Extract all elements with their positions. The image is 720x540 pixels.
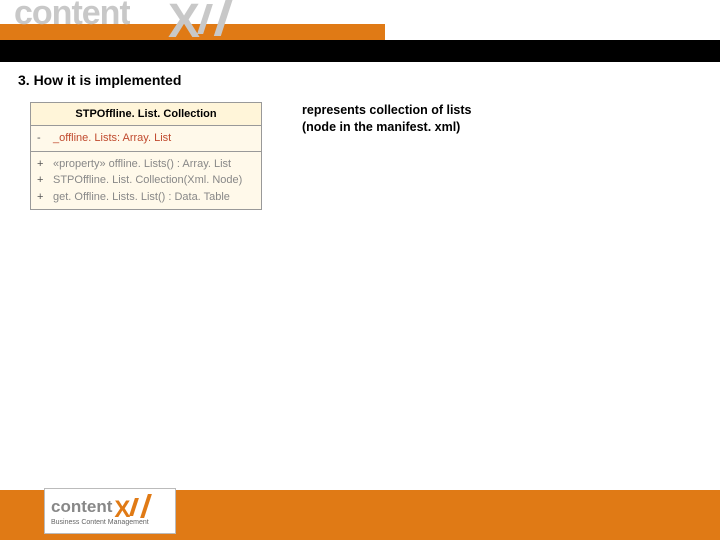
uml-operation-row: + STPOffline. List. Collection(Xml. Node… <box>37 172 255 189</box>
uml-attribute-row: - _offline. Lists: Array. List <box>37 130 255 147</box>
uml-operations-section: + «property» offline. Lists() : Array. L… <box>31 152 261 210</box>
footer-band: content Business Content Management <box>0 490 720 540</box>
uml-operation-row: + get. Offline. Lists. List() : Data. Ta… <box>37 189 255 206</box>
uml-visibility: + <box>37 172 47 189</box>
header-logo-xl-icon: X <box>168 0 248 40</box>
footer-logo-xl-icon <box>114 496 154 518</box>
uml-operation-row: + «property» offline. Lists() : Array. L… <box>37 156 255 173</box>
header-logo: content <box>14 0 130 40</box>
header-band: content X <box>0 0 720 62</box>
footer-logo: content Business Content Management <box>44 488 176 534</box>
uml-class-diagram: STPOffline. List. Collection - _offline.… <box>30 102 262 210</box>
uml-visibility: + <box>37 189 47 206</box>
content-area: STPOffline. List. Collection - _offline.… <box>30 102 700 210</box>
uml-attributes-section: - _offline. Lists: Array. List <box>31 126 261 152</box>
uml-operation-signature: «property» offline. Lists() : Array. Lis… <box>53 156 231 173</box>
header-logo-text: content <box>14 0 130 32</box>
description-line: (node in the manifest. xml) <box>302 119 472 136</box>
footer-tagline: Business Content Management <box>51 519 175 526</box>
description-block: represents collection of lists (node in … <box>302 102 472 210</box>
uml-operation-signature: STPOffline. List. Collection(Xml. Node) <box>53 172 242 189</box>
footer-logo-main: content <box>51 496 175 518</box>
uml-operation-signature: get. Offline. Lists. List() : Data. Tabl… <box>53 189 230 206</box>
header-black-bar <box>0 40 720 62</box>
footer-logo-text: content <box>51 497 112 517</box>
uml-visibility: + <box>37 156 47 173</box>
uml-visibility: - <box>37 130 47 147</box>
description-line: represents collection of lists <box>302 102 472 119</box>
slide-title: 3. How it is implemented <box>18 72 181 88</box>
uml-attribute-signature: _offline. Lists: Array. List <box>53 130 171 147</box>
uml-class-name: STPOffline. List. Collection <box>31 103 261 126</box>
